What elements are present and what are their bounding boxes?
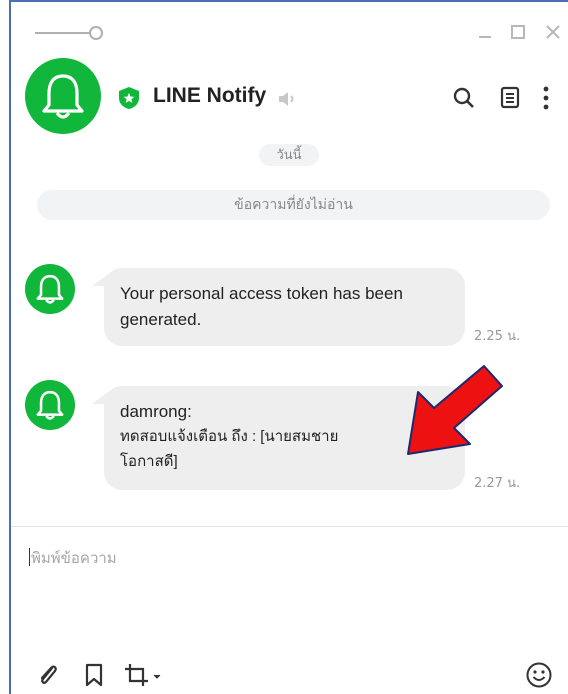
message-text: Your personal access token has been gene… — [120, 284, 403, 329]
date-separator: วันนี้ — [259, 144, 319, 166]
speaker-icon[interactable] — [277, 89, 299, 109]
bell-icon — [36, 390, 64, 420]
pin-icon[interactable] — [33, 24, 105, 42]
unread-divider: ข้อความที่ยังไม่อ่าน — [37, 190, 550, 220]
bell-icon — [42, 74, 84, 119]
chat-window: LINE Notify วันนี้ ข้อความที่ยังไม่อ่าน … — [9, 0, 568, 694]
message-time: 2.27 น. — [474, 476, 521, 491]
more-icon[interactable] — [535, 84, 557, 112]
bookmark-icon[interactable] — [81, 662, 107, 688]
attach-icon[interactable] — [35, 662, 61, 688]
red-arrow-annotation — [407, 365, 503, 455]
shield-badge-icon — [119, 87, 139, 109]
crop-icon[interactable] — [124, 662, 164, 688]
bubble-tail — [92, 392, 108, 404]
composer-divider — [11, 526, 568, 527]
message-input[interactable] — [29, 544, 531, 572]
notes-icon[interactable] — [498, 84, 524, 112]
message-time: 2.25 น. — [474, 329, 521, 344]
avatar[interactable] — [25, 58, 101, 134]
close-icon[interactable] — [543, 22, 563, 42]
message-bubble[interactable]: Your personal access token has been gene… — [92, 268, 465, 346]
bubble-tail — [92, 274, 108, 286]
maximize-icon[interactable] — [508, 22, 528, 42]
search-icon[interactable] — [451, 84, 477, 112]
emoji-icon[interactable] — [525, 661, 553, 689]
avatar[interactable] — [25, 264, 75, 314]
bell-icon — [36, 274, 64, 304]
avatar[interactable] — [25, 380, 75, 430]
minimize-icon[interactable] — [475, 22, 495, 42]
page-title[interactable]: LINE Notify — [153, 84, 266, 108]
